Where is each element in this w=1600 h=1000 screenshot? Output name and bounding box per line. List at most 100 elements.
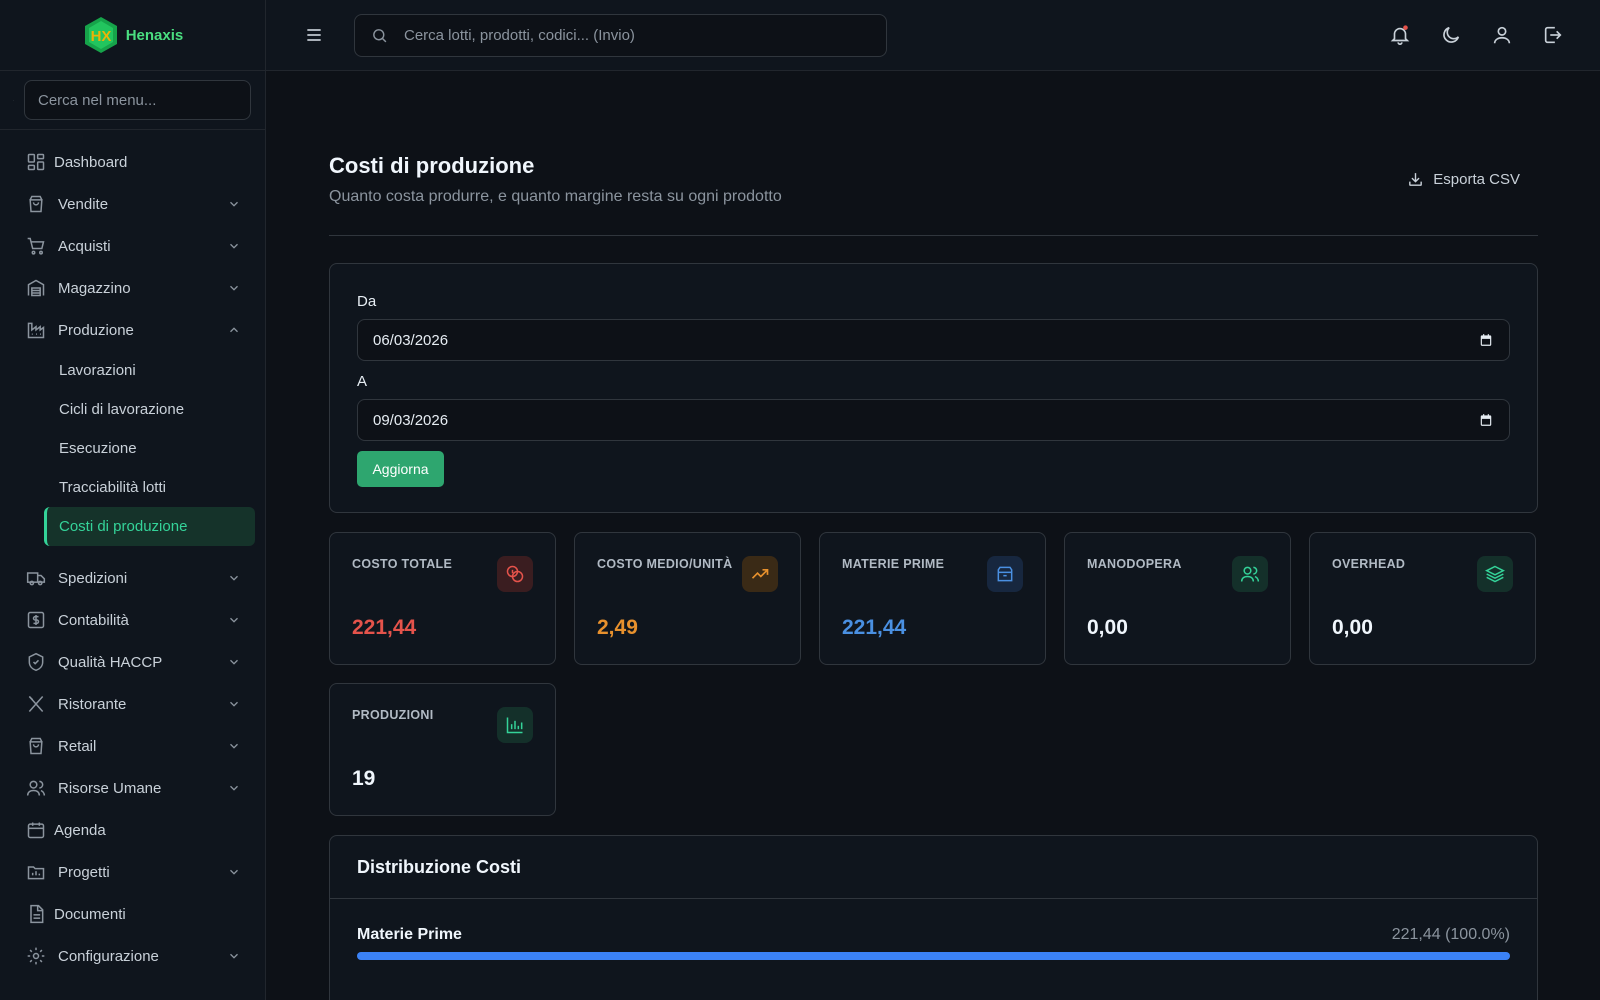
refresh-button[interactable]: Aggiorna — [357, 451, 444, 487]
sidebar-subitem-costi[interactable]: Costi di produzione — [44, 507, 255, 546]
logo-icon: HX — [84, 17, 117, 53]
sidebar-item-label: Spedizioni — [58, 569, 128, 587]
stat-card-materie-prime: MATERIE PRIME 221,44 — [819, 532, 1046, 665]
sidebar-subitem-label: Cicli di lavorazione — [59, 401, 185, 418]
sidebar-item-risorse-umane[interactable]: Risorse Umane — [16, 767, 255, 809]
svg-text:HX: HX — [90, 28, 111, 45]
sidebar-item-label: Ristorante — [58, 695, 127, 713]
chevron-down-icon — [230, 869, 238, 875]
package-icon — [987, 556, 1023, 592]
utensils-icon — [28, 695, 44, 712]
logout-button[interactable] — [1542, 24, 1564, 46]
download-icon — [1409, 173, 1423, 186]
sidebar-item-progetti[interactable]: Progetti — [16, 851, 255, 893]
cart-icon — [27, 237, 45, 255]
stat-value: 19 — [352, 767, 376, 790]
sidebar-subitem-label: Costi di produzione — [59, 518, 188, 535]
sidebar-subitem-label: Tracciabilità lotti — [59, 479, 166, 496]
logo[interactable]: HX Henaxis — [0, 0, 265, 71]
search-icon — [373, 29, 387, 43]
sidebar-subitem-esecuzione[interactable]: Esecuzione — [44, 429, 255, 468]
stat-label: MATERIE PRIME — [842, 557, 945, 571]
sidebar-item-label: Acquisti — [58, 237, 111, 255]
stat-card-costo-totale: COSTO TOTALE 221,44 — [329, 532, 556, 665]
sidebar-item-ristorante[interactable]: Ristorante — [16, 683, 255, 725]
bar-chart-icon — [497, 707, 533, 743]
chevron-up-icon — [230, 327, 238, 333]
export-label: Esporta CSV — [1433, 171, 1520, 188]
stat-card-manodopera: MANODOPERA 0,00 — [1064, 532, 1291, 665]
stat-card-overhead: OVERHEAD 0,00 — [1309, 532, 1536, 665]
sidebar-item-configurazione[interactable]: Configurazione — [16, 935, 255, 977]
sidebar-item-acquisti[interactable]: Acquisti — [16, 225, 255, 267]
sidebar-subitem-tracciabilita[interactable]: Tracciabilità lotti — [44, 468, 255, 507]
sidebar-item-magazzino[interactable]: Magazzino — [16, 267, 255, 309]
sidebar-item-qualita[interactable]: Qualità HACCP — [16, 641, 255, 683]
coins-icon — [497, 556, 533, 592]
sidebar-item-label: Progetti — [58, 863, 110, 881]
stat-value: 2,49 — [597, 616, 638, 639]
folder-chart-icon — [27, 866, 45, 880]
distribution-title: Distribuzione Costi — [330, 836, 1537, 899]
global-search-input[interactable] — [388, 27, 886, 44]
sidebar-item-documenti[interactable]: Documenti — [16, 893, 255, 935]
menu-icon[interactable] — [304, 25, 324, 45]
sidebar-item-label: Magazzino — [58, 279, 131, 297]
from-date-input[interactable]: 06/03/2026 — [357, 319, 1510, 361]
theme-toggle-button[interactable] — [1440, 24, 1462, 46]
sidebar-subitem-label: Esecuzione — [59, 440, 137, 457]
bell-icon — [1390, 25, 1410, 45]
users-icon — [26, 780, 46, 796]
to-date-value: 09/03/2026 — [373, 411, 449, 429]
app-name: Henaxis — [125, 26, 184, 44]
logout-icon — [1544, 26, 1562, 44]
stat-value: 0,00 — [1332, 616, 1373, 639]
sidebar-subitem-cicli[interactable]: Cicli di lavorazione — [44, 390, 255, 429]
sidebar-item-label: Risorse Umane — [58, 779, 162, 797]
calendar-icon[interactable] — [1479, 333, 1493, 347]
chevron-down-icon — [230, 659, 238, 665]
global-search — [354, 14, 887, 57]
sidebar-item-vendite[interactable]: Vendite — [16, 183, 255, 225]
grid-icon — [27, 153, 45, 171]
sidebar-search-input[interactable] — [24, 80, 251, 120]
export-csv-button[interactable]: Esporta CSV — [1407, 171, 1520, 188]
sidebar-item-label: Produzione — [58, 321, 134, 339]
sidebar-item-retail[interactable]: Retail — [16, 725, 255, 767]
store-bag-icon — [29, 737, 43, 755]
gear-icon — [27, 947, 45, 965]
distribution-row-value: 221,44 (100.0%) — [1391, 926, 1510, 943]
chevron-down-icon — [230, 785, 238, 791]
sidebar-item-agenda[interactable]: Agenda — [16, 809, 255, 851]
distribution-row: Materie Prime 221,44 (100.0%) — [357, 926, 1510, 944]
trending-up-icon — [742, 556, 778, 592]
sidebar-item-spedizioni[interactable]: Spedizioni — [16, 557, 255, 599]
to-label: A — [357, 373, 368, 390]
distribution-bar-track — [357, 952, 1510, 960]
stat-label: OVERHEAD — [1332, 557, 1406, 571]
chevron-down-icon — [230, 701, 238, 707]
profile-button[interactable] — [1491, 24, 1513, 46]
sidebar-subitem-lavorazioni[interactable]: Lavorazioni — [44, 351, 255, 390]
calendar-icon[interactable] — [1479, 413, 1493, 427]
stat-value: 0,00 — [1087, 616, 1128, 639]
dollar-icon — [27, 611, 45, 629]
page-subtitle: Quanto costa produrre, e quanto margine … — [329, 188, 782, 205]
stat-value: 221,44 — [842, 616, 907, 639]
chevron-down-icon — [230, 953, 238, 959]
sidebar-item-dashboard[interactable]: Dashboard — [16, 141, 255, 183]
sidebar-item-contabilita[interactable]: Contabilità — [16, 599, 255, 641]
chevron-down-icon — [230, 743, 238, 749]
sidebar-item-produzione[interactable]: Produzione — [16, 309, 255, 351]
chevron-down-icon — [230, 201, 238, 207]
warehouse-icon — [27, 279, 45, 297]
sidebar-item-label: Contabilità — [58, 611, 129, 629]
chevron-down-icon — [230, 285, 238, 291]
from-label: Da — [357, 293, 377, 310]
moon-icon — [1443, 26, 1460, 43]
notifications-button[interactable] — [1389, 24, 1411, 46]
chevron-down-icon — [230, 243, 238, 249]
truck-icon — [26, 572, 46, 586]
to-date-input[interactable]: 09/03/2026 — [357, 399, 1510, 441]
sidebar-item-label: Qualità HACCP — [58, 653, 163, 671]
